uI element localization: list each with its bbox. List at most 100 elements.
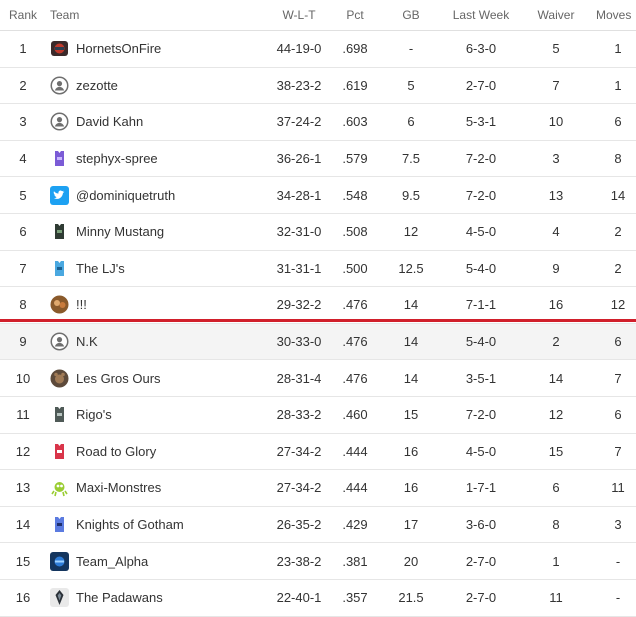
red-jersey-icon[interactable] bbox=[50, 442, 69, 461]
pct-cell: .444 bbox=[342, 443, 368, 459]
table-row: 9 N.K 30-33-0 .476 14 5-4-0 2 6 bbox=[0, 323, 636, 361]
rank-cell: 13 bbox=[15, 480, 31, 496]
rank-cell: 2 bbox=[19, 77, 27, 93]
team-cell: !!! bbox=[50, 287, 270, 323]
hornets-logo-icon[interactable] bbox=[50, 39, 69, 58]
header-pct[interactable]: Pct bbox=[336, 0, 374, 30]
last-week-cell: 4-5-0 bbox=[465, 224, 497, 240]
gb-cell: - bbox=[408, 41, 414, 57]
team-name-link[interactable]: N.K bbox=[76, 334, 98, 349]
dark-jersey-icon[interactable] bbox=[50, 222, 69, 241]
team-cell: Rigo's bbox=[50, 397, 270, 433]
gray-jersey-icon[interactable] bbox=[50, 405, 69, 424]
team-name-link[interactable]: stephyx-spree bbox=[76, 151, 158, 166]
gb-cell: 14 bbox=[403, 370, 419, 386]
photo-avatar-icon[interactable] bbox=[50, 295, 69, 314]
alpha-logo-icon[interactable] bbox=[50, 551, 69, 571]
last-week-cell: 5-4-0 bbox=[465, 334, 497, 350]
wlt-cell: 22-40-1 bbox=[276, 590, 322, 606]
gb-cell: 17 bbox=[403, 517, 419, 533]
team-cell: @dominiquetruth bbox=[50, 177, 270, 213]
table-row: 15 Team_Alpha 23-38-2 .381 20 2-7-0 1 - bbox=[0, 543, 636, 580]
last-week-cell: 5-4-0 bbox=[465, 260, 497, 276]
monster-icon[interactable] bbox=[50, 478, 69, 497]
team-name-link[interactable]: Les Gros Ours bbox=[76, 371, 161, 386]
last-week-cell: 3-6-0 bbox=[465, 517, 497, 533]
last-week-cell: 1-7-1 bbox=[465, 480, 497, 496]
last-week-cell: 7-1-1 bbox=[465, 297, 497, 313]
blue-jersey-icon[interactable] bbox=[50, 259, 69, 278]
header-moves[interactable]: Moves bbox=[596, 0, 636, 30]
bear-photo-icon[interactable] bbox=[50, 369, 69, 388]
twitter-bird-icon[interactable] bbox=[50, 185, 69, 205]
wlt-cell: 30-33-0 bbox=[276, 334, 322, 350]
gb-cell: 6 bbox=[407, 114, 415, 130]
default-avatar-icon[interactable] bbox=[50, 112, 69, 131]
header-wlt[interactable]: W-L-T bbox=[270, 0, 328, 30]
wlt-cell: 23-38-2 bbox=[276, 553, 322, 569]
team-name-link[interactable]: Knights of Gotham bbox=[76, 517, 184, 532]
default-avatar-icon[interactable] bbox=[50, 332, 69, 351]
last-week-cell: 7-2-0 bbox=[465, 151, 497, 167]
last-week-cell: 2-7-0 bbox=[465, 553, 497, 569]
moves-cell: 8 bbox=[614, 151, 622, 167]
pct-cell: .444 bbox=[342, 480, 368, 496]
gb-cell: 15 bbox=[403, 407, 419, 423]
team-cell: The LJ's bbox=[50, 251, 270, 287]
playoff-cutoff-line bbox=[0, 319, 636, 322]
team-cell: Les Gros Ours bbox=[50, 360, 270, 396]
header-rank[interactable]: Rank bbox=[0, 0, 46, 30]
pct-cell: .476 bbox=[342, 297, 368, 313]
pct-cell: .476 bbox=[342, 334, 368, 350]
default-avatar-icon[interactable] bbox=[50, 76, 69, 95]
gb-cell: 16 bbox=[403, 480, 419, 496]
header-last-week[interactable]: Last Week bbox=[440, 0, 522, 30]
team-name-link[interactable]: Road to Glory bbox=[76, 444, 156, 459]
wlt-cell: 28-33-2 bbox=[276, 407, 322, 423]
pct-cell: .579 bbox=[342, 151, 368, 167]
team-name-link[interactable]: The Padawans bbox=[76, 590, 163, 605]
team-name-link[interactable]: zezotte bbox=[76, 78, 118, 93]
wlt-cell: 28-31-4 bbox=[276, 370, 322, 386]
purple-jersey-icon[interactable] bbox=[50, 149, 69, 168]
navy-jersey-icon[interactable] bbox=[50, 515, 69, 534]
last-week-cell: 2-7-0 bbox=[465, 590, 497, 606]
padawan-logo-icon[interactable] bbox=[50, 588, 69, 608]
team-name-link[interactable]: Team_Alpha bbox=[76, 554, 148, 569]
team-name-link[interactable]: @dominiquetruth bbox=[76, 188, 175, 203]
moves-cell: 11 bbox=[611, 480, 625, 496]
moves-cell: 1 bbox=[614, 77, 622, 93]
waiver-cell: 5 bbox=[552, 41, 560, 57]
team-cell: Knights of Gotham bbox=[50, 507, 270, 543]
rank-cell: 7 bbox=[19, 260, 27, 276]
wlt-cell: 44-19-0 bbox=[276, 41, 322, 57]
header-gb[interactable]: GB bbox=[386, 0, 436, 30]
moves-cell: 2 bbox=[614, 224, 622, 240]
pct-cell: .476 bbox=[342, 370, 368, 386]
moves-cell: 1 bbox=[614, 41, 622, 57]
header-team[interactable]: Team bbox=[50, 0, 270, 30]
team-name-link[interactable]: The LJ's bbox=[76, 261, 125, 276]
wlt-cell: 36-26-1 bbox=[276, 151, 322, 167]
gb-cell: 20 bbox=[403, 553, 419, 569]
team-name-link[interactable]: Maxi-Monstres bbox=[76, 480, 161, 495]
team-name-link[interactable]: !!! bbox=[76, 297, 87, 312]
team-name-link[interactable]: HornetsOnFire bbox=[76, 41, 161, 56]
team-cell: N.K bbox=[50, 324, 270, 360]
team-cell: David Kahn bbox=[50, 104, 270, 140]
header-waiver[interactable]: Waiver bbox=[526, 0, 586, 30]
team-name-link[interactable]: Minny Mustang bbox=[76, 224, 164, 239]
gb-cell: 12 bbox=[403, 224, 419, 240]
table-row: 2 zezotte 38-23-2 .619 5 2-7-0 7 1 bbox=[0, 68, 636, 105]
team-name-link[interactable]: Rigo's bbox=[76, 407, 112, 422]
rank-cell: 16 bbox=[15, 590, 31, 606]
team-cell: Road to Glory bbox=[50, 434, 270, 470]
team-name-link[interactable]: David Kahn bbox=[76, 114, 143, 129]
moves-cell: 6 bbox=[614, 114, 622, 130]
team-cell: Minny Mustang bbox=[50, 214, 270, 250]
wlt-cell: 27-34-2 bbox=[276, 480, 322, 496]
gb-cell: 14 bbox=[403, 297, 419, 313]
team-cell: HornetsOnFire bbox=[50, 31, 270, 67]
wlt-cell: 34-28-1 bbox=[276, 187, 322, 203]
waiver-cell: 16 bbox=[548, 297, 564, 313]
